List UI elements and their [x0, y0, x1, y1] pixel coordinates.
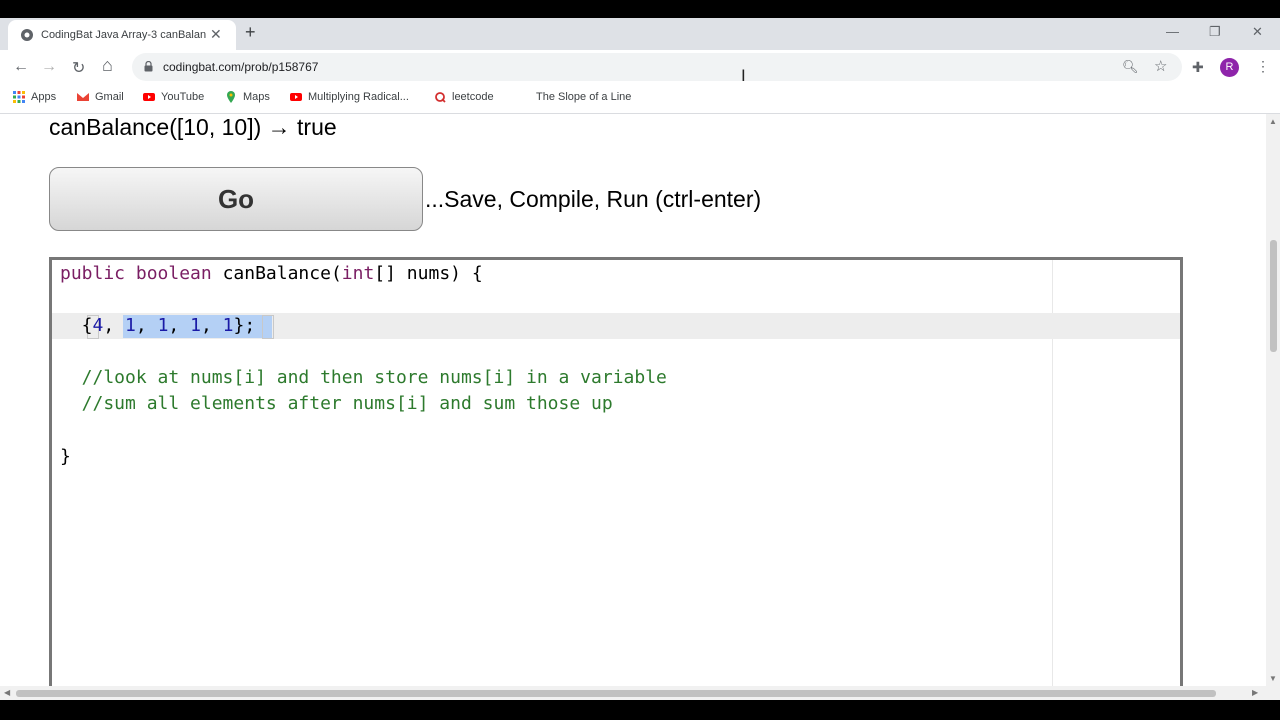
browser-tab[interactable]: CodingBat Java Array-3 canBalance ✕ — [8, 20, 236, 50]
go-button[interactable]: Go — [49, 167, 423, 231]
youtube-icon — [290, 93, 302, 101]
go-hint-text: ...Save, Compile, Run (ctrl-enter) — [425, 186, 762, 212]
bookmark-apps[interactable]: Apps — [13, 91, 56, 103]
codingbat-favicon-icon — [21, 29, 33, 41]
scroll-down-arrow-icon[interactable]: ▼ — [1269, 674, 1277, 683]
minimize-icon[interactable]: — — [1166, 24, 1179, 39]
bookmark-label: The Slope of a Line — [536, 91, 632, 103]
scroll-right-arrow-icon[interactable]: ▶ — [1252, 688, 1258, 697]
number-token: 1 — [125, 315, 136, 336]
reload-icon[interactable]: ↻ — [72, 58, 85, 78]
keyword-token: public — [60, 263, 126, 284]
browser-menu-icon[interactable]: ⋮ — [1256, 58, 1270, 75]
url-text: codingbat.com/prob/p158767 — [163, 60, 319, 74]
code-comment: //look at nums[i] and then store nums[i]… — [60, 367, 667, 388]
bookmark-slope-of-a-line[interactable]: The Slope of a Line — [536, 91, 631, 103]
tab-title: CodingBat Java Array-3 canBalance — [41, 29, 206, 41]
bookmark-label: Gmail — [95, 91, 124, 103]
bookmark-youtube[interactable]: YouTube — [143, 91, 204, 103]
tab-strip: CodingBat Java Array-3 canBalance ✕ + — … — [0, 18, 1280, 50]
browser-toolbar: ← → ↻ ⌂ codingbat.com/prob/p158767 🔍︎ ☆ … — [0, 50, 1280, 85]
keyword-token: int — [341, 263, 375, 284]
page-content: canBalance([10, 10]) → true Go ...Save, … — [0, 114, 1266, 686]
keyword-token: boolean — [135, 263, 212, 284]
code-token: , — [135, 315, 158, 336]
forward-icon[interactable]: → — [41, 58, 57, 76]
code-token: , — [200, 315, 223, 336]
bookmark-leetcode[interactable]: leetcode — [434, 91, 494, 103]
extensions-puzzle-icon[interactable]: ✚ — [1192, 59, 1204, 76]
bookmarks-bar: Apps Gmail YouTube Maps Multiplying Radi… — [0, 85, 1280, 114]
youtube-icon — [143, 93, 155, 101]
code-token: [] nums) { — [374, 263, 483, 284]
profile-avatar[interactable]: R — [1220, 58, 1239, 77]
bookmark-label: Apps — [31, 91, 57, 103]
bookmark-star-icon[interactable]: ☆ — [1154, 57, 1167, 75]
bookmark-gmail[interactable]: Gmail — [77, 91, 124, 103]
window-close-icon[interactable]: ✕ — [1252, 24, 1263, 40]
number-token: 1 — [157, 315, 169, 336]
bookmark-label: leetcode — [452, 91, 494, 103]
bookmark-label: Maps — [243, 91, 270, 103]
apps-grid-icon — [13, 91, 25, 103]
code-token: canBalance( — [211, 263, 342, 284]
code-comment: //sum all elements after nums[i] and sum… — [60, 393, 613, 414]
code-token: { — [60, 315, 93, 336]
maps-pin-icon — [227, 91, 235, 103]
code-closing-brace: } — [60, 446, 71, 467]
code-token: , — [168, 315, 191, 336]
code-token: }; — [233, 315, 256, 336]
code-line-array-literal: {4, 1, 1, 1, 1}; — [60, 315, 256, 336]
home-icon[interactable]: ⌂ — [102, 55, 113, 76]
horizontal-scroll-thumb[interactable] — [16, 690, 1216, 697]
horizontal-scrollbar[interactable]: ◀ ▶ — [0, 686, 1280, 700]
code-line-signature: public boolean canBalance(int[] nums) { — [60, 263, 483, 284]
code-token: , — [103, 315, 126, 336]
code-editor[interactable]: public boolean canBalance(int[] nums) { … — [49, 257, 1183, 686]
bookmark-multiplying-radicals[interactable]: Multiplying Radical... — [290, 91, 409, 103]
example-output: canBalance([10, 10]) → true — [49, 114, 337, 140]
address-bar[interactable]: codingbat.com/prob/p158767 🔍︎ ☆ — [132, 53, 1182, 81]
bracket-match-close — [262, 315, 274, 339]
bookmark-label: YouTube — [161, 91, 205, 103]
scroll-left-arrow-icon[interactable]: ◀ — [4, 688, 10, 697]
new-tab-button[interactable]: + — [245, 22, 256, 43]
bookmark-label: Multiplying Radical... — [308, 91, 409, 103]
text-cursor-icon: I — [741, 66, 746, 85]
number-token: 4 — [92, 315, 104, 336]
lock-icon — [144, 61, 153, 72]
number-token: 1 — [190, 315, 201, 336]
vertical-scroll-thumb[interactable] — [1270, 240, 1277, 352]
leetcode-icon — [435, 92, 446, 103]
restore-icon[interactable]: ❐ — [1209, 24, 1221, 40]
tab-close-icon[interactable]: ✕ — [210, 26, 222, 43]
back-icon[interactable]: ← — [13, 58, 29, 76]
screen-bottom-border — [0, 700, 1280, 720]
bookmark-maps[interactable]: Maps — [225, 91, 270, 103]
zoom-icon[interactable]: 🔍︎ — [1122, 59, 1139, 75]
vertical-scrollbar[interactable]: ▲ ▼ — [1266, 114, 1280, 686]
number-token: 1 — [222, 315, 234, 336]
scroll-up-arrow-icon[interactable]: ▲ — [1269, 117, 1277, 126]
gmail-icon — [77, 93, 89, 101]
